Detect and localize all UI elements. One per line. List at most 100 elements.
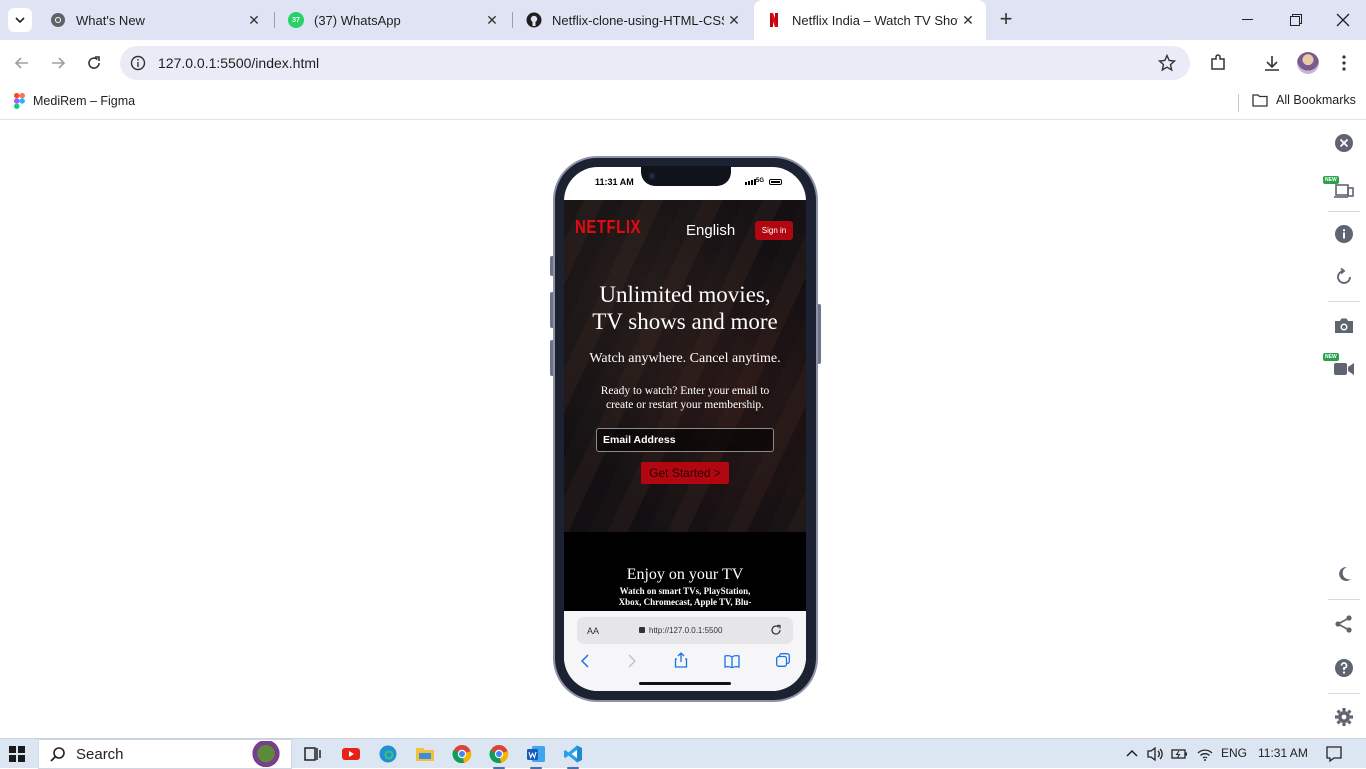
task-view-icon[interactable] [302,744,322,764]
safari-forward-icon[interactable] [627,654,637,668]
network-label: 5G [756,178,765,184]
restore-button[interactable] [1290,14,1302,26]
battery-charging-icon[interactable] [1171,747,1189,761]
tabs-icon[interactable] [776,653,790,667]
share-button[interactable] [1333,613,1355,635]
section-title: Enjoy on your TV [626,566,744,583]
close-tab-icon[interactable]: ✕ [244,10,264,30]
record-video-button[interactable] [1333,358,1355,380]
chrome-active-icon[interactable] [489,744,509,769]
youtube-icon[interactable] [341,744,361,764]
back-button[interactable] [8,49,36,77]
downloads-button[interactable] [1258,49,1286,77]
netflix-logo[interactable]: NETFLIX [575,217,641,237]
help-button[interactable] [1333,657,1355,679]
browser-toolbar: 127.0.0.1:5500/index.html [0,40,1366,86]
dark-mode-button[interactable] [1333,563,1355,585]
tab-title: What's New [76,12,145,28]
video-camera-icon [1334,363,1354,375]
close-tab-icon[interactable]: ✕ [958,10,978,30]
get-started-button[interactable]: Get Started > [641,462,729,484]
url-text[interactable]: 127.0.0.1:5500/index.html [158,55,319,71]
close-window-button[interactable] [1336,13,1350,27]
close-circle-icon [1335,134,1353,152]
info-button[interactable] [1333,223,1355,245]
phone-screen: 11:31 AM 5G NETFLIX English Sign in Unli… [564,167,806,691]
tab-title: (37) WhatsApp [314,12,401,28]
notification-icon[interactable] [1325,745,1343,763]
email-input[interactable]: Email Address [596,428,774,452]
bookmark-medirem[interactable]: MediRem – Figma [14,93,135,109]
bookmarks-icon[interactable] [724,654,740,668]
taskbar-search[interactable]: Search [38,739,292,769]
close-tab-icon[interactable]: ✕ [724,10,744,30]
settings-button[interactable] [1333,706,1355,728]
file-explorer-icon[interactable] [415,744,435,764]
hero-section: NETFLIX English Sign in Unlimited movies… [564,200,806,532]
text-size-button[interactable]: AA [587,626,599,636]
subheadline: Watch anywhere. Cancel anytime. [589,351,781,366]
whatsapp-icon: 37 [288,12,304,28]
browser-menu-button[interactable] [1330,49,1358,77]
edge-icon[interactable] [378,744,398,764]
restore-icon [1290,14,1302,26]
share-icon[interactable] [674,652,688,668]
forward-button[interactable] [44,49,72,77]
download-icon [1265,56,1279,71]
start-button[interactable] [9,746,25,762]
github-icon [526,12,542,28]
home-indicator [639,682,731,685]
tab-whats-new[interactable]: What's New ✕ [38,0,272,40]
close-tab-icon[interactable]: ✕ [482,10,502,30]
bookmark-label: MediRem – Figma [33,94,136,108]
language-indicator[interactable]: ENG [1221,746,1247,760]
safari-back-icon[interactable] [580,654,590,668]
tab-whatsapp[interactable]: 37 (37) WhatsApp ✕ [276,0,510,40]
site-info-icon[interactable] [130,55,146,71]
reload-icon[interactable] [770,624,782,636]
close-panel-button[interactable] [1333,132,1355,154]
all-bookmarks-button[interactable]: All Bookmarks [1252,93,1356,107]
chevron-up-icon[interactable] [1126,749,1138,757]
lock-icon [639,627,645,633]
tab-search-button[interactable] [8,8,32,32]
signin-button[interactable]: Sign in [755,221,793,240]
clock[interactable]: 11:31 AM [1258,746,1308,760]
close-icon [1336,13,1350,27]
extension-side-panel: NEW NEW [1322,121,1366,738]
tab-netflix[interactable]: Netflix India – Watch TV Shows ✕ [754,0,986,40]
rotate-button[interactable] [1333,266,1355,288]
email-placeholder: Email Address [603,434,676,446]
new-badge: NEW [1323,353,1339,361]
star-icon[interactable] [1158,54,1176,72]
chrome-icon[interactable] [452,744,472,764]
screenshot-button[interactable] [1333,315,1355,337]
language-selector[interactable]: English [686,222,735,239]
headline-line-1: Unlimited movies, [599,282,771,307]
speaker-icon[interactable] [1146,746,1164,762]
battery-icon [769,179,782,185]
profile-avatar[interactable] [1294,49,1322,77]
minimize-button[interactable] [1242,19,1253,20]
address-bar[interactable]: 127.0.0.1:5500/index.html [120,46,1190,80]
tab-title: Netflix India – Watch TV Shows [792,12,958,28]
folder-icon [1252,94,1268,107]
extensions-button[interactable] [1204,49,1232,77]
reload-button[interactable] [80,49,108,77]
word-icon[interactable] [526,744,546,769]
tab-github[interactable]: Netflix-clone-using-HTML-CSS/ ✕ [514,0,752,40]
wifi-icon[interactable] [1196,746,1214,762]
bookmarks-bar: MediRem – Figma All Bookmarks [0,86,1366,120]
prompt-line-2: create or restart your membership. [605,399,765,411]
info-icon [1335,225,1353,243]
vscode-icon[interactable] [563,744,583,769]
help-icon [1335,659,1353,677]
gear-icon [1335,708,1353,726]
puzzle-icon [1211,54,1225,70]
tab-strip: What's New ✕ 37 (37) WhatsApp ✕ Netflix-… [0,0,1366,40]
tab-title: Netflix-clone-using-HTML-CSS/ [552,12,724,28]
windows-taskbar: Search ENG 11:31 AM [0,738,1366,769]
safari-address-bar[interactable]: AA http://127.0.0.1:5500 [577,617,793,644]
new-tab-button[interactable]: + [994,8,1018,32]
safari-url[interactable]: http://127.0.0.1:5500 [649,626,722,635]
